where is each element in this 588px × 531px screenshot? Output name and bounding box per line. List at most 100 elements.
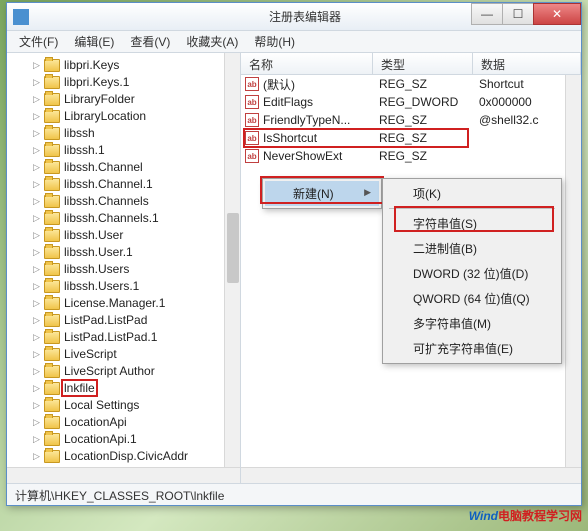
expand-icon[interactable]: ▷	[31, 332, 42, 343]
tree-item[interactable]: ▷libssh.Channels.1	[31, 210, 240, 226]
close-button[interactable]: ✕	[533, 3, 581, 25]
row-name: FriendlyTypeN...	[263, 113, 379, 127]
submenu-item[interactable]: 可扩充字符串值(E)	[385, 336, 559, 361]
list-scrollbar[interactable]	[565, 75, 581, 467]
expand-icon[interactable]: ▷	[31, 281, 42, 292]
minimize-button[interactable]: —	[471, 3, 503, 25]
expand-icon[interactable]: ▷	[31, 315, 42, 326]
menu-item-new[interactable]: 新建(N) ▶	[265, 181, 379, 206]
list-row[interactable]: abFriendlyTypeN...REG_SZ@shell32.c	[241, 111, 581, 129]
expand-icon[interactable]: ▷	[31, 451, 42, 462]
tree-item[interactable]: ▷LibraryLocation	[31, 108, 240, 124]
submenu-item[interactable]: 二进制值(B)	[385, 236, 559, 261]
list-row[interactable]: abNeverShowExtREG_SZ	[241, 147, 581, 165]
folder-icon	[44, 280, 60, 293]
row-name: EditFlags	[263, 95, 379, 109]
submenu-item[interactable]: 多字符串值(M)	[385, 311, 559, 336]
tree-item-label: LiveScript Author	[64, 364, 155, 378]
reg-string-icon: ab	[245, 131, 259, 145]
maximize-button[interactable]: ☐	[502, 3, 534, 25]
folder-icon	[44, 178, 60, 191]
tree-hscrollbar[interactable]	[7, 467, 240, 483]
expand-icon[interactable]: ▷	[31, 145, 42, 156]
tree-item[interactable]: ▷libssh.Channel	[31, 159, 240, 175]
list-hscrollbar[interactable]	[241, 467, 581, 483]
tree-item[interactable]: ▷ LiveScript Author	[31, 363, 240, 379]
expand-icon[interactable]: ▷	[31, 77, 42, 88]
expand-icon[interactable]: ▷	[31, 60, 42, 71]
folder-icon	[44, 93, 60, 106]
tree-item[interactable]: ▷libssh.Channels	[31, 193, 240, 209]
expand-icon[interactable]: ▷	[31, 366, 42, 377]
col-name[interactable]: 名称	[241, 53, 373, 74]
row-type: REG_SZ	[379, 131, 479, 145]
col-type[interactable]: 类型	[373, 53, 473, 74]
tree-item[interactable]: ▷Local Settings	[31, 397, 240, 413]
tree-item[interactable]: ▷libssh.Users.1	[31, 278, 240, 294]
expand-icon[interactable]: ▷	[31, 298, 42, 309]
tree-item[interactable]: ▷ListPad.ListPad	[31, 312, 240, 328]
expand-icon[interactable]: ▷	[31, 196, 42, 207]
context-menu-new[interactable]: 新建(N) ▶	[262, 178, 382, 209]
folder-icon	[44, 331, 60, 344]
menu-help[interactable]: 帮助(H)	[248, 31, 301, 52]
col-data[interactable]: 数据	[473, 53, 581, 74]
submenu-item[interactable]: DWORD (32 位)值(D)	[385, 261, 559, 286]
tree-highlight: lnkfile	[61, 379, 98, 397]
expand-icon[interactable]: ▷	[31, 94, 42, 105]
tree-item[interactable]: ▷libssh.Users	[31, 261, 240, 277]
row-name: NeverShowExt	[263, 149, 379, 163]
list-row[interactable]: abIsShortcutREG_SZ	[241, 129, 581, 147]
tree-item[interactable]: ▷libssh.1	[31, 142, 240, 158]
submenu-item[interactable]: 项(K)	[385, 181, 559, 206]
menu-view[interactable]: 查看(V)	[124, 31, 176, 52]
context-submenu[interactable]: 项(K) 字符串值(S)二进制值(B)DWORD (32 位)值(D)QWORD …	[382, 178, 562, 364]
menubar: 文件(F) 编辑(E) 查看(V) 收藏夹(A) 帮助(H)	[7, 31, 581, 53]
tree-item[interactable]: ▷ ListPad.ListPad.1	[31, 329, 240, 345]
expand-icon[interactable]: ▷	[31, 111, 42, 122]
tree-item[interactable]: ▷License.Manager.1	[31, 295, 240, 311]
list-header[interactable]: 名称 类型 数据	[241, 53, 581, 75]
submenu-item[interactable]: QWORD (64 位)值(Q)	[385, 286, 559, 311]
menu-file[interactable]: 文件(F)	[13, 31, 64, 52]
expand-icon[interactable]: ▷	[31, 230, 42, 241]
tree-item-label: libssh.Channel.1	[64, 177, 153, 191]
folder-icon	[44, 161, 60, 174]
list-row[interactable]: ab(默认)REG_SZShortcut	[241, 75, 581, 93]
expand-icon[interactable]: ▷	[31, 247, 42, 258]
titlebar[interactable]: 注册表编辑器 — ☐ ✕	[7, 3, 581, 31]
expand-icon[interactable]: ▷	[31, 349, 42, 360]
tree-item[interactable]: ▷LocationApi	[31, 414, 240, 430]
tree-item-label: libssh.User	[64, 228, 123, 242]
tree-item-label: LiveScript	[64, 347, 117, 361]
tree-item[interactable]: ▷ libssh.Channel.1	[31, 176, 240, 192]
list-row[interactable]: abEditFlagsREG_DWORD0x000000	[241, 93, 581, 111]
expand-icon[interactable]: ▷	[31, 264, 42, 275]
expand-icon[interactable]: ▷	[31, 434, 42, 445]
folder-icon	[44, 144, 60, 157]
tree-item-label: ListPad.ListPad.1	[64, 330, 157, 344]
tree-item[interactable]: ▷libssh	[31, 125, 240, 141]
tree-item[interactable]: ▷LibraryFolder	[31, 91, 240, 107]
expand-icon[interactable]: ▷	[31, 213, 42, 224]
tree-item[interactable]: ▷libpri.Keys	[31, 57, 240, 73]
expand-icon[interactable]: ▷	[31, 128, 42, 139]
tree-item[interactable]: ▷ libssh.User	[31, 227, 240, 243]
tree-item[interactable]: ▷libpri.Keys.1	[31, 74, 240, 90]
expand-icon[interactable]: ▷	[31, 400, 42, 411]
expand-icon[interactable]: ▷	[31, 162, 42, 173]
menu-edit[interactable]: 编辑(E)	[68, 31, 120, 52]
tree-item[interactable]: ▷libssh.User.1	[31, 244, 240, 260]
tree-item[interactable]: ▷ lnkfile	[31, 380, 240, 396]
tree-item[interactable]: ▷LocationApi.1	[31, 431, 240, 447]
submenu-item[interactable]: 字符串值(S)	[385, 211, 559, 236]
menu-fav[interactable]: 收藏夹(A)	[180, 31, 244, 52]
tree-scrollbar[interactable]	[224, 53, 240, 483]
tree-item[interactable]: ▷ LiveScript	[31, 346, 240, 362]
expand-icon[interactable]: ▷	[31, 383, 42, 394]
tree-item[interactable]: ▷LocationDisp.CivicAddr	[31, 448, 240, 464]
folder-icon	[44, 297, 60, 310]
tree-pane[interactable]: ▷libpri.Keys▷libpri.Keys.1▷LibraryFolder…	[7, 53, 241, 483]
expand-icon[interactable]: ▷	[31, 417, 42, 428]
expand-icon[interactable]: ▷	[31, 179, 42, 190]
